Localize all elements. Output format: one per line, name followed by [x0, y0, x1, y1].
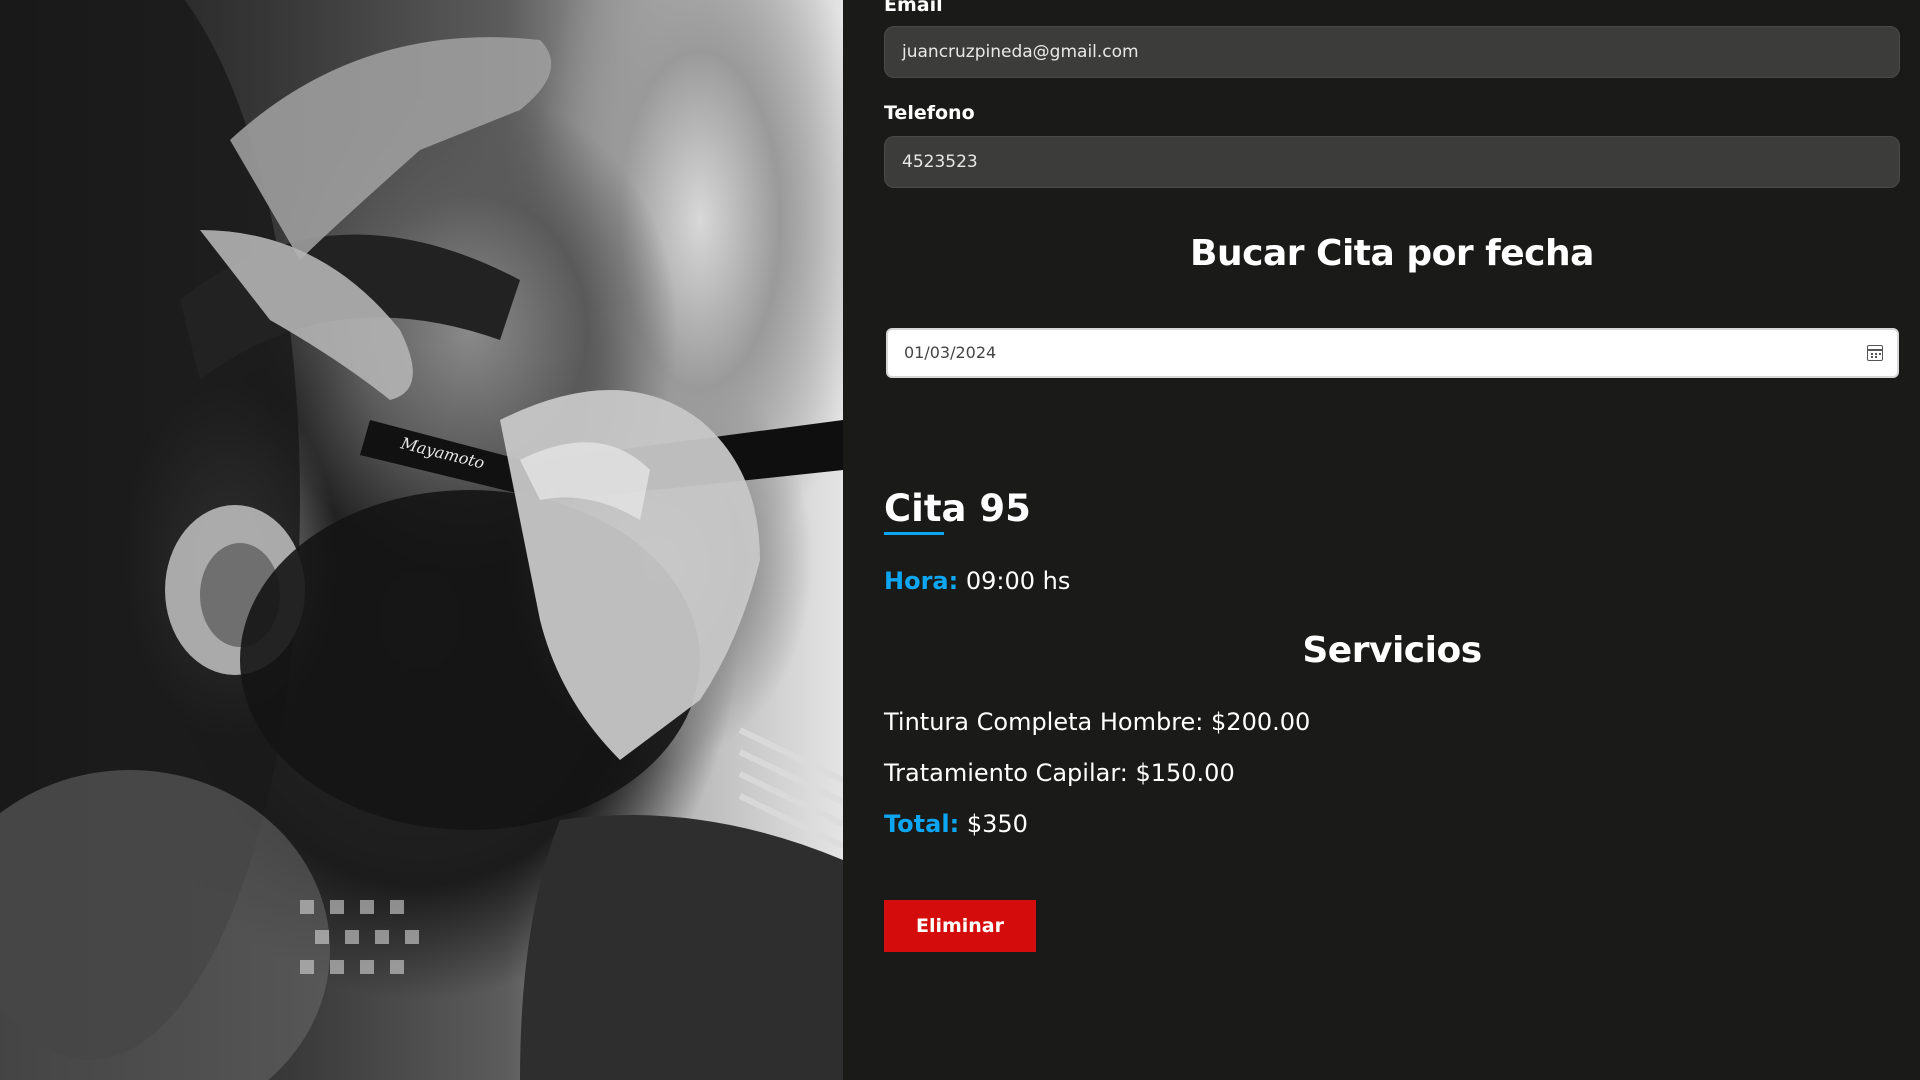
date-input[interactable]: 01/03/2024: [886, 328, 1899, 378]
appointments-panel: Email juancruzpineda@gmail.com Telefono …: [843, 0, 1920, 1080]
appointment-title-underline: [884, 532, 944, 535]
hour-value: 09:00 hs: [965, 567, 1071, 595]
barber-photo: Mayamoto: [0, 0, 843, 1080]
total-value: $350: [966, 810, 1028, 838]
appointment-total: Total: $350: [884, 810, 1028, 838]
date-value: 01/03/2024: [904, 343, 997, 362]
email-field[interactable]: juancruzpineda@gmail.com: [884, 26, 1900, 78]
services-title: Servicios: [1302, 630, 1482, 671]
appointment-title: Cita 95: [884, 487, 1031, 530]
search-by-date-title: Bucar Cita por fecha: [1190, 233, 1594, 274]
email-label: Email: [884, 0, 943, 16]
delete-button[interactable]: Eliminar: [884, 900, 1036, 952]
service-item: Tratamiento Capilar: $150.00: [884, 759, 1235, 787]
service-item: Tintura Completa Hombre: $200.00: [884, 708, 1311, 736]
total-label: Total:: [884, 810, 960, 838]
phone-label: Telefono: [884, 102, 975, 124]
hour-label: Hora:: [884, 567, 959, 595]
phone-field[interactable]: 4523523: [884, 136, 1900, 188]
appointment-hour: Hora: 09:00 hs: [884, 567, 1070, 595]
calendar-icon[interactable]: [1867, 345, 1883, 361]
